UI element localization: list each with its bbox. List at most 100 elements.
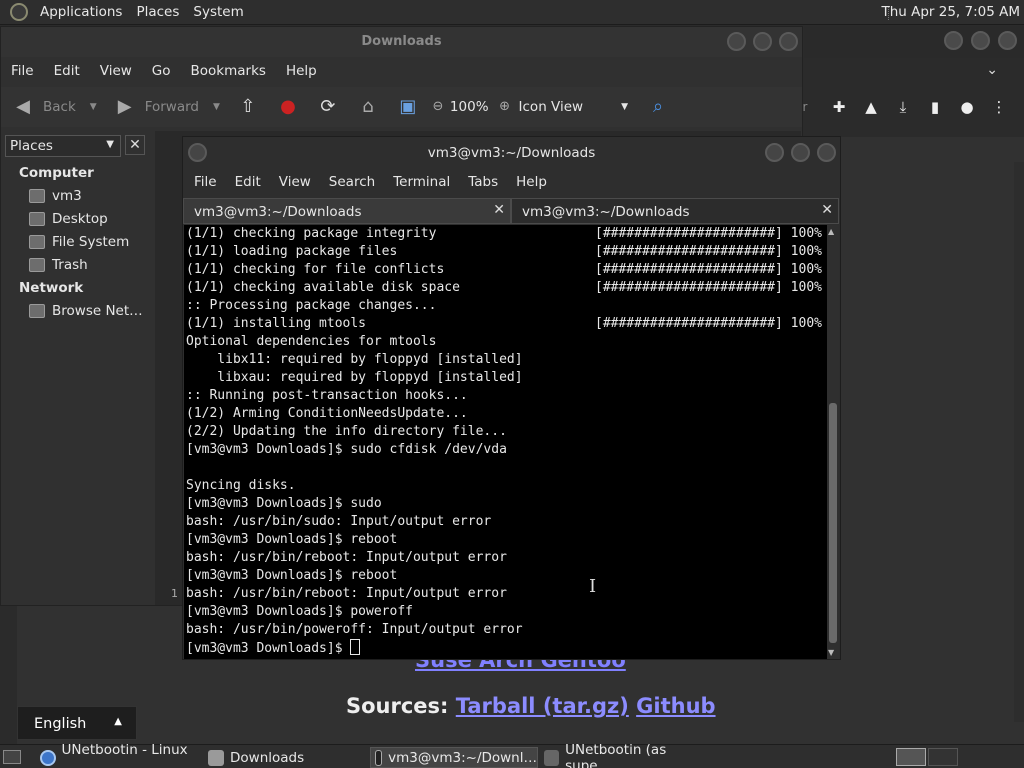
sidebar-icon[interactable]: ▮ [926,98,944,116]
minimize-button[interactable] [765,143,784,162]
menu-help[interactable]: Help [507,174,556,190]
search-icon[interactable]: ⌕ [646,95,670,119]
reload-icon[interactable]: ⟳ [316,95,340,119]
language-selector[interactable]: English ▲ [17,706,137,740]
distro-logo-icon[interactable] [10,3,28,21]
folder-icon [208,749,224,766]
menu-bookmarks[interactable]: Bookmarks [181,63,276,79]
chevron-down-icon[interactable]: ⌄ [986,62,998,78]
close-button[interactable] [779,32,798,51]
tab-terminal-2[interactable]: vm3@vm3:~/Downloads ✕ [511,198,839,224]
terminal-line-text: bash: /usr/bin/poweroff: Input/output er… [186,622,523,637]
home-icon[interactable]: ⌂ [356,95,380,119]
up-icon[interactable]: ⇧ [236,95,260,119]
close-sidebar-button[interactable]: ✕ [125,135,145,155]
sidebar-item-vm3[interactable]: vm3 [29,188,82,204]
menu-tabs[interactable]: Tabs [459,174,507,190]
download-icon[interactable]: ⤓ [894,98,912,116]
places-selector[interactable]: Places ▼ [5,135,121,157]
menu-applications[interactable]: Applications [33,4,129,20]
more-icon[interactable]: ⋮ [990,98,1008,116]
forward-button[interactable]: ▶ Forward ▼ [113,95,220,119]
zoom-out-icon[interactable]: ⊖ [426,95,450,119]
terminal-line: (1/2) Arming ConditionNeedsUpdate... [184,405,827,423]
sidebar-item-browse-network[interactable]: Browse Net… [29,303,143,319]
terminal-screen[interactable]: (1/1) checking package integrity [#######… [184,225,827,659]
close-button[interactable] [998,31,1017,50]
flask-icon[interactable]: ▲ [862,98,880,116]
terminal-line-text: (1/1) checking for file conflicts [186,262,445,277]
terminal-line: [vm3@vm3 Downloads]$ sudo [184,495,827,513]
menu-view[interactable]: View [270,174,320,190]
terminal-line-text: (2/2) Updating the info directory file..… [186,424,507,439]
file-manager-toolbar: ◀ Back ▼ ▶ Forward ▼ ⇧ ● ⟳ ⌂ ▣ ⊖ 100% ⊕ … [1,87,802,127]
menu-view[interactable]: View [90,63,142,79]
task-browser[interactable]: UNetbootin - Linux … [36,742,200,768]
terminal-line: bash: /usr/bin/reboot: Input/output erro… [184,549,827,567]
terminal-line-text: [vm3@vm3 Downloads]$ reboot [186,568,398,583]
menu-edit[interactable]: Edit [44,63,90,79]
account-icon[interactable]: ● [958,98,976,116]
menu-file[interactable]: File [185,174,226,190]
menu-edit[interactable]: Edit [226,174,270,190]
computer-icon[interactable]: ▣ [396,95,420,119]
sources-line: Sources: Tarball (tar.gz) Github [346,694,716,718]
maximize-button[interactable] [753,32,772,51]
stop-icon[interactable]: ● [276,95,300,119]
desktop-icon [29,212,45,226]
terminal-line: (1/1) installing mtools [################… [184,315,827,333]
minimize-button[interactable] [727,32,746,51]
task-file-manager[interactable]: Downloads [204,747,368,768]
chevron-down-icon[interactable]: ▼ [213,102,220,112]
zoom-in-icon[interactable]: ⊕ [493,95,517,119]
menu-places[interactable]: Places [129,4,186,20]
sidebar-item-file-system[interactable]: File System [29,234,129,250]
view-mode-select[interactable]: Icon View ▼ [519,99,628,115]
task-unetbootin[interactable]: UNetbootin (as supe… [540,742,708,768]
window-menu-button[interactable] [188,143,207,162]
terminal-window: vm3@vm3:~/Downloads File Edit View Searc… [182,136,841,660]
clock[interactable]: Thu Apr 25, 7:05 AM [881,4,1020,20]
menu-terminal[interactable]: Terminal [384,174,459,190]
sidebar-item-desktop[interactable]: Desktop [29,211,108,227]
close-icon[interactable]: ✕ [821,202,833,218]
section-network: Network [19,280,84,296]
maximize-button[interactable] [971,31,990,50]
terminal-titlebar: vm3@vm3:~/Downloads [183,137,840,169]
task-terminal[interactable]: vm3@vm3:~/Downl… [370,747,538,768]
section-computer: Computer [19,165,94,181]
workspace-2[interactable] [928,748,958,766]
tarball-link[interactable]: Tarball (tar.gz) [456,694,629,718]
minimize-button[interactable] [944,31,963,50]
github-link[interactable]: Github [636,694,715,718]
scroll-up-icon[interactable]: ▲ [828,227,834,236]
terminal-cursor [350,639,361,655]
menu-file[interactable]: File [1,63,44,79]
close-icon[interactable]: ✕ [493,202,505,218]
sidebar-item-trash[interactable]: Trash [29,257,88,273]
back-button[interactable]: ◀ Back ▼ [11,95,97,119]
scroll-thumb[interactable] [829,403,837,643]
tab-terminal-1[interactable]: vm3@vm3:~/Downloads ✕ [183,198,511,224]
terminal-line: Syncing disks. [184,477,827,495]
menu-help[interactable]: Help [276,63,327,79]
menu-search[interactable]: Search [320,174,384,190]
maximize-button[interactable] [791,143,810,162]
browser-scrollbar[interactable] [1014,162,1024,722]
prompt-line[interactable]: [vm3@vm3 Downloads]$ [184,639,827,657]
chevron-down-icon[interactable]: ▼ [90,102,97,112]
language-label: English [34,716,87,732]
workspace-1[interactable] [896,748,926,766]
menu-go[interactable]: Go [142,63,181,79]
close-button[interactable] [817,143,836,162]
show-desktop-icon[interactable] [3,750,21,764]
terminal-scrollbar[interactable]: ▲ ▼ [827,225,839,659]
menu-system[interactable]: System [186,4,250,20]
terminal-line: (1/1) checking for file conflicts [######… [184,261,827,279]
bottom-panel: UNetbootin - Linux … Downloads vm3@vm3:~… [0,742,1024,768]
terminal-menubar: File Edit View Search Terminal Tabs Help [183,169,840,195]
scroll-down-icon[interactable]: ▼ [828,648,834,657]
terminal-line-text: Optional dependencies for mtools [186,334,437,349]
puzzle-icon[interactable]: ✚ [830,98,848,116]
